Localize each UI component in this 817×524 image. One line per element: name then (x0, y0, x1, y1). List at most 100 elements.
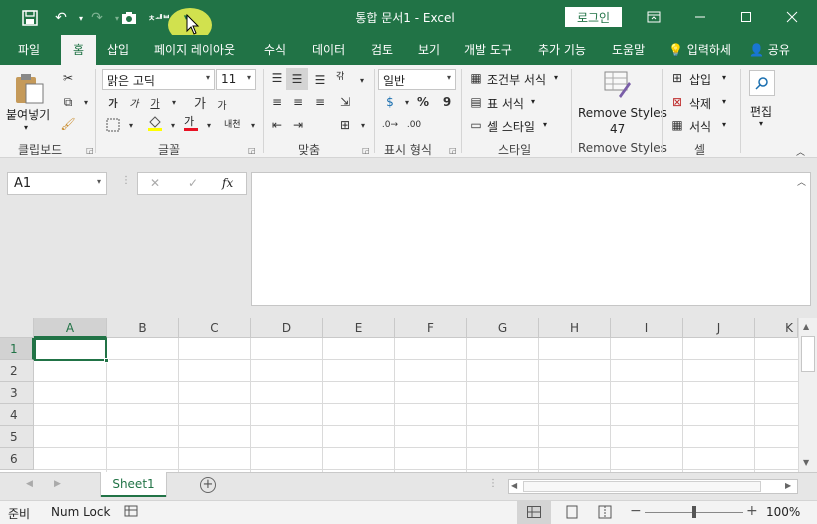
underline-button[interactable]: 가 (146, 93, 164, 111)
maximize-icon[interactable] (723, 0, 769, 33)
align-left-icon[interactable]: ≡ (268, 93, 286, 111)
clipboard-launcher-icon[interactable]: ◲ (86, 146, 94, 155)
format-cells-icon[interactable]: ▦ (668, 116, 686, 134)
name-box[interactable]: A1 ▾ (7, 172, 107, 195)
tab-file[interactable]: 파일 (18, 41, 40, 58)
minimize-icon[interactable] (677, 0, 723, 33)
cell-styles-icon[interactable]: ▭ (467, 116, 485, 134)
zoom-in-icon[interactable]: + (746, 503, 758, 519)
number-format-select[interactable]: 일반 ▾ (378, 69, 456, 90)
camera-icon[interactable] (118, 7, 140, 29)
tab-formulas[interactable]: 수식 (264, 41, 286, 58)
cancel-icon[interactable]: ✕ (150, 176, 160, 190)
tab-insert[interactable]: 삽입 (107, 41, 129, 58)
select-all-corner[interactable] (0, 318, 34, 338)
paste-icon[interactable] (12, 71, 46, 108)
column-header[interactable]: G (467, 318, 539, 338)
merge-dropdown-icon[interactable]: ▾ (354, 116, 372, 134)
column-header[interactable]: I (611, 318, 683, 338)
sheet-tab[interactable]: Sheet1 (101, 472, 166, 497)
scroll-thumb[interactable] (801, 336, 815, 372)
undo-icon[interactable]: ↶ (50, 7, 72, 29)
format-cells-button[interactable]: 서식 (689, 118, 711, 135)
align-top-icon[interactable]: ☰ (268, 69, 286, 87)
delete-cells-button[interactable]: 삭제 (689, 95, 711, 112)
number-launcher-icon[interactable]: ◲ (449, 146, 457, 155)
remove-styles-icon[interactable] (602, 69, 632, 102)
tab-data[interactable]: 데이터 (312, 41, 345, 58)
tab-review[interactable]: 검토 (371, 41, 393, 58)
font-size-select[interactable]: 11 ▾ (216, 69, 256, 90)
insert-cells-button[interactable]: 삽입 (689, 71, 711, 88)
fill-handle[interactable] (104, 358, 109, 363)
tab-split-grip-icon[interactable]: ⋮ (488, 478, 498, 489)
merge-center-icon[interactable]: ⊞ (336, 116, 354, 134)
horizontal-scrollbar[interactable]: ◀ ▶ (508, 479, 798, 494)
macro-record-icon[interactable] (124, 504, 138, 521)
share-button[interactable]: 👤 공유 (749, 41, 790, 58)
tab-developer[interactable]: 개발 도구 (464, 41, 512, 58)
column-header[interactable]: F (395, 318, 467, 338)
font-color-dropdown-icon[interactable]: ▾ (200, 116, 218, 134)
cell-styles-button[interactable]: 셀 스타일 (487, 118, 535, 135)
active-cell[interactable] (34, 338, 109, 363)
add-sheet-icon[interactable]: + (200, 477, 216, 493)
zoom-out-icon[interactable]: − (630, 503, 642, 519)
alignment-launcher-icon[interactable]: ◲ (362, 146, 370, 155)
scroll-left-icon[interactable]: ◀ (511, 481, 517, 490)
underline-dropdown-icon[interactable]: ▾ (165, 93, 183, 111)
column-header[interactable]: D (251, 318, 323, 338)
fill-color-dropdown-icon[interactable]: ▾ (164, 116, 182, 134)
scroll-up-icon[interactable]: ▲ (803, 322, 809, 331)
tell-me-search[interactable]: 💡 입력하세 (668, 41, 731, 58)
bold-button[interactable]: 가 (104, 93, 122, 111)
column-header[interactable]: A (34, 318, 107, 338)
collapse-ribbon-icon[interactable]: ︿ (796, 145, 805, 158)
copy-dropdown-icon[interactable]: ▾ (77, 93, 95, 111)
zoom-slider[interactable] (645, 506, 743, 518)
cut-icon[interactable]: ✂ (59, 69, 77, 87)
normal-view-button[interactable] (517, 501, 551, 524)
tab-add-ins[interactable]: 추가 기능 (538, 41, 586, 58)
format-painter-icon[interactable]: 🖌 (59, 115, 77, 133)
paste-label[interactable]: 붙여넣기 (6, 106, 50, 123)
decrease-decimal-icon[interactable]: .00 (405, 116, 423, 134)
tab-page-layout[interactable]: 페이지 레이아웃 (154, 41, 235, 58)
font-launcher-icon[interactable]: ◲ (248, 146, 256, 155)
align-bottom-icon[interactable]: ☰ (311, 71, 329, 89)
column-header[interactable]: E (323, 318, 395, 338)
zoom-slider-thumb[interactable] (692, 506, 696, 518)
editing-button[interactable]: 편집 (750, 103, 772, 120)
align-center-icon[interactable]: ≡ (289, 93, 307, 111)
redo-icon[interactable]: ↷ (86, 7, 108, 29)
worksheet-grid[interactable]: A B C D E F G H I J K 1 2 3 4 5 6 ▲ ▼ (0, 318, 817, 472)
border-dropdown-icon[interactable]: ▾ (122, 116, 140, 134)
enter-icon[interactable]: ✓ (188, 176, 198, 190)
next-sheet-icon[interactable]: ▶ (54, 479, 61, 489)
decrease-indent-icon[interactable]: ⇤ (268, 116, 286, 134)
zoom-level[interactable]: 100% (766, 505, 800, 519)
collapse-formula-bar-icon[interactable]: ︿ (797, 175, 806, 188)
font-name-select[interactable]: 맑은 고딕 ▾ (102, 69, 215, 90)
prev-sheet-icon[interactable]: ◀ (26, 479, 33, 489)
increase-decimal-icon[interactable]: .0→ (381, 116, 399, 134)
phonetic-button[interactable]: 내천 (224, 117, 241, 130)
page-layout-view-icon[interactable] (565, 505, 579, 522)
row-header[interactable]: 6 (0, 448, 34, 470)
wrap-text-icon[interactable]: ⇲ (336, 93, 354, 111)
ribbon-display-options-icon[interactable] (631, 0, 677, 33)
formula-input[interactable]: ︿ (251, 172, 811, 306)
delete-cells-icon[interactable]: ⊠ (668, 93, 686, 111)
row-header[interactable]: 2 (0, 360, 34, 382)
align-right-icon[interactable]: ≡ (311, 93, 329, 111)
format-as-table-icon[interactable]: ▤ (467, 93, 485, 111)
comma-style-button[interactable]: 9 (438, 93, 456, 111)
conditional-format-button[interactable]: 조건부 서식 (487, 71, 546, 88)
fill-color-icon[interactable] (146, 114, 164, 132)
conditional-format-icon[interactable]: ▦ (467, 69, 485, 87)
formula-bar-grip-icon[interactable]: ⋮ (121, 175, 131, 186)
italic-button[interactable]: 가 (125, 93, 143, 111)
row-header[interactable]: 5 (0, 426, 34, 448)
horizontal-scroll-thumb[interactable] (523, 481, 761, 492)
tab-help[interactable]: 도움말 (612, 41, 645, 58)
